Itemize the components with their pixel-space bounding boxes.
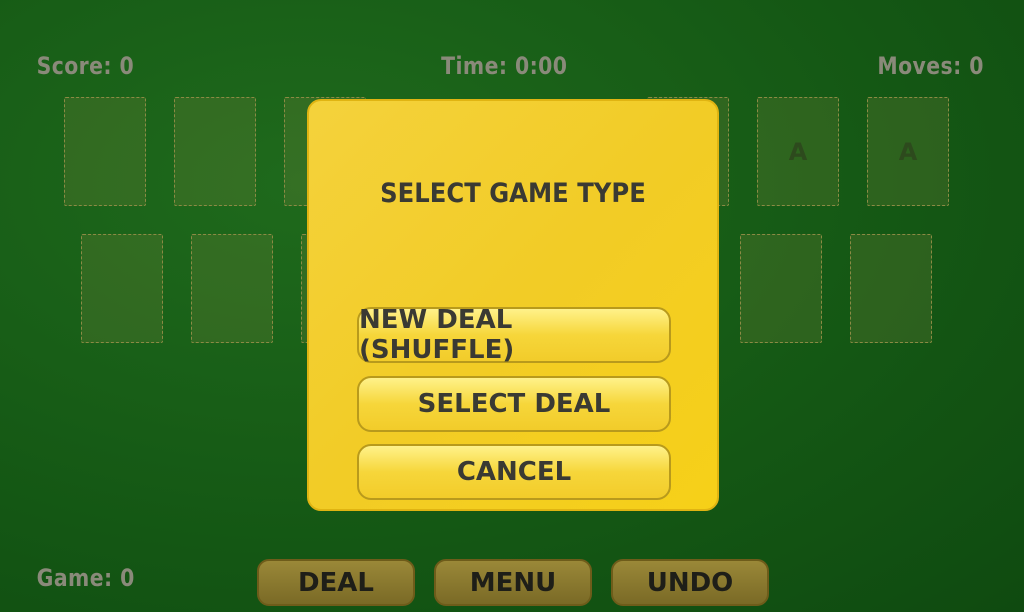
time-label: Time: 0:00	[441, 52, 568, 80]
ace-label: A	[788, 137, 808, 166]
moves-label: Moves: 0	[877, 52, 984, 80]
tableau-slot[interactable]	[191, 234, 273, 343]
deal-button[interactable]: DEAL	[257, 559, 415, 606]
select-game-type-dialog: SELECT GAME TYPE NEW DEAL (SHUFFLE) SELE…	[307, 99, 719, 511]
game-number-label: Game: 0	[36, 564, 135, 592]
tableau-slot[interactable]	[850, 234, 932, 343]
cancel-button[interactable]: CANCEL	[357, 444, 671, 500]
score-label: Score: 0	[36, 52, 135, 80]
menu-button[interactable]: MENU	[434, 559, 592, 606]
tableau-slot[interactable]	[740, 234, 822, 343]
foundation-slot[interactable]: A	[867, 97, 949, 206]
stock-pile[interactable]	[64, 97, 146, 206]
dialog-title: SELECT GAME TYPE	[380, 178, 646, 209]
select-deal-button[interactable]: SELECT DEAL	[357, 376, 671, 432]
new-deal-shuffle-button[interactable]: NEW DEAL (SHUFFLE)	[357, 305, 671, 365]
tableau-slot[interactable]	[81, 234, 163, 343]
foundation-slot[interactable]: A	[757, 97, 839, 206]
waste-pile[interactable]	[174, 97, 256, 206]
undo-button[interactable]: UNDO	[611, 559, 769, 606]
ace-label: A	[898, 137, 918, 166]
